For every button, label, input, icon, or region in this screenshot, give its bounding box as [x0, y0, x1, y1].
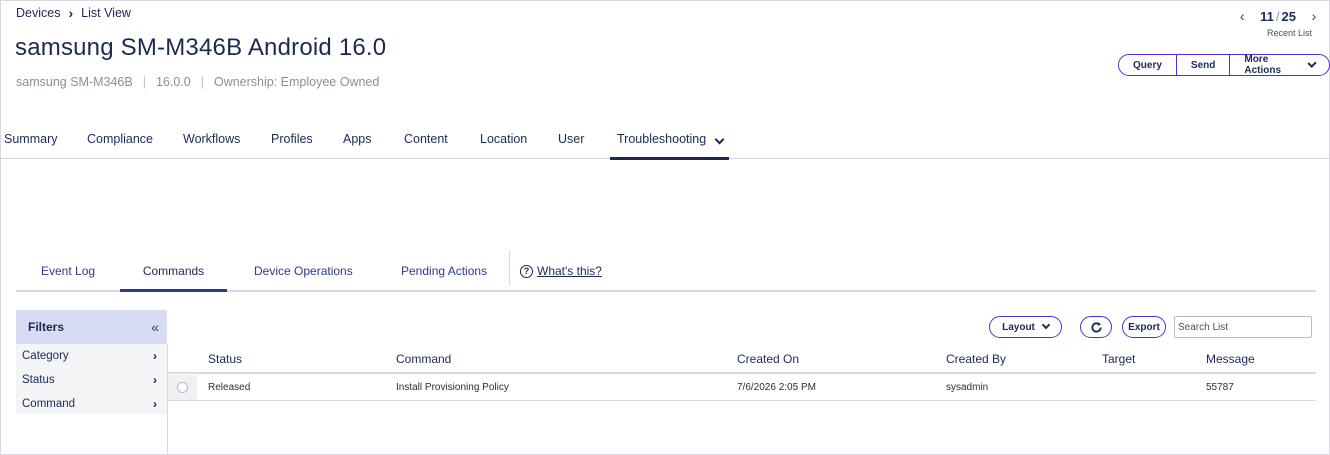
whats-this-link[interactable]: ? What's this?	[520, 264, 602, 278]
search-input[interactable]	[1174, 316, 1312, 338]
filter-command[interactable]: Command ›	[16, 392, 167, 416]
filters-title: Filters	[28, 320, 65, 334]
cell-message: 55787	[1206, 382, 1234, 393]
row-select-radio[interactable]	[177, 382, 188, 393]
export-label: Export	[1128, 321, 1160, 333]
subtab-device-operations[interactable]: Device Operations	[254, 264, 353, 278]
help-icon: ?	[520, 264, 533, 278]
column-command[interactable]: Command	[396, 352, 451, 366]
export-button[interactable]: Export	[1122, 316, 1166, 338]
device-os-version: 16.0.0	[155, 75, 191, 89]
filter-status[interactable]: Status ›	[16, 368, 167, 392]
chevron-right-icon: ›	[153, 397, 157, 411]
chevron-down-icon	[1307, 58, 1317, 68]
table-row[interactable]: Released Install Provisioning Policy 7/6…	[168, 375, 1316, 401]
refresh-button[interactable]	[1080, 316, 1112, 338]
collapse-filters-icon[interactable]: «	[151, 319, 159, 335]
previous-record-icon[interactable]: ‹	[1236, 8, 1248, 24]
filter-status-label: Status	[22, 374, 55, 386]
query-button[interactable]: Query	[1119, 55, 1177, 75]
tab-workflows[interactable]: Workflows	[183, 132, 240, 146]
tab-user[interactable]: User	[558, 132, 584, 146]
next-record-icon[interactable]: ›	[1308, 8, 1320, 24]
record-total: 25	[1281, 8, 1296, 24]
tab-location[interactable]: Location	[480, 132, 527, 146]
breadcrumb-current: List View	[81, 6, 131, 20]
cell-created-by: sysadmin	[946, 382, 989, 393]
tab-troubleshooting[interactable]: Troubleshooting	[610, 120, 729, 160]
more-actions-button[interactable]: More Actions	[1230, 55, 1329, 75]
action-button-group: Query Send More Actions	[1118, 54, 1330, 76]
tab-compliance[interactable]: Compliance	[87, 132, 153, 146]
column-status[interactable]: Status	[208, 352, 242, 366]
tab-troubleshooting-label: Troubleshooting	[617, 132, 707, 146]
whats-this-label: What's this?	[537, 264, 602, 278]
query-label: Query	[1133, 59, 1162, 71]
send-button[interactable]: Send	[1177, 55, 1231, 75]
cell-status: Released	[208, 382, 251, 393]
subtab-event-log[interactable]: Event Log	[41, 264, 95, 278]
subtab-divider	[509, 250, 510, 286]
filters-panel: Filters « Category › Status › Command ›	[16, 310, 167, 414]
column-message[interactable]: Message	[1206, 352, 1255, 366]
record-current: 11	[1260, 8, 1274, 24]
breadcrumb-devices-link[interactable]: Devices	[16, 6, 60, 20]
meta-divider: |	[142, 75, 146, 89]
record-pager: ‹ 11/25 ›	[1236, 8, 1320, 24]
tab-content[interactable]: Content	[404, 132, 448, 146]
tab-apps[interactable]: Apps	[343, 132, 372, 146]
sub-tabs: Event Log Commands Device Operations Pen…	[16, 253, 1316, 292]
table-header: Status Command Created On Created By Tar…	[168, 344, 1316, 374]
subtab-commands[interactable]: Commands	[120, 253, 227, 292]
chevron-right-icon: ›	[153, 373, 157, 387]
filter-category[interactable]: Category ›	[16, 344, 167, 368]
device-ownership: Ownership: Employee Owned	[213, 75, 380, 89]
tab-summary[interactable]: Summary	[4, 132, 57, 146]
recent-list-link[interactable]: Recent List	[1267, 28, 1312, 38]
tab-profiles[interactable]: Profiles	[271, 132, 313, 146]
column-created-on[interactable]: Created On	[737, 352, 799, 366]
filter-category-label: Category	[22, 350, 69, 362]
more-actions-label: More Actions	[1244, 54, 1282, 76]
main-tabs: Summary Compliance Workflows Profiles Ap…	[0, 120, 1330, 160]
filters-header: Filters «	[16, 310, 167, 344]
row-select-cell	[168, 375, 197, 400]
chevron-right-icon: ›	[153, 349, 157, 363]
refresh-icon	[1090, 321, 1102, 333]
page-title: samsung SM-M346B Android 16.0	[15, 34, 387, 61]
filter-command-label: Command	[22, 398, 76, 410]
chevron-down-icon	[714, 134, 725, 145]
column-target[interactable]: Target	[1102, 352, 1135, 366]
device-model: samsung SM-M346B	[16, 75, 133, 89]
subtab-pending-actions[interactable]: Pending Actions	[401, 264, 487, 278]
cell-command: Install Provisioning Policy	[396, 382, 509, 393]
chevron-right-icon: ›	[68, 5, 74, 21]
breadcrumb: Devices › List View	[16, 5, 131, 21]
cell-created-on: 7/6/2026 2:05 PM	[737, 382, 816, 393]
chevron-down-icon	[1041, 320, 1051, 330]
record-counter: 11/25	[1260, 8, 1296, 24]
column-created-by[interactable]: Created By	[946, 352, 1006, 366]
layout-label: Layout	[1002, 321, 1035, 333]
meta-divider: |	[200, 75, 204, 89]
layout-button[interactable]: Layout	[989, 316, 1062, 338]
device-meta: samsung SM-M346B | 16.0.0 | Ownership: E…	[16, 75, 379, 89]
send-label: Send	[1190, 59, 1216, 71]
